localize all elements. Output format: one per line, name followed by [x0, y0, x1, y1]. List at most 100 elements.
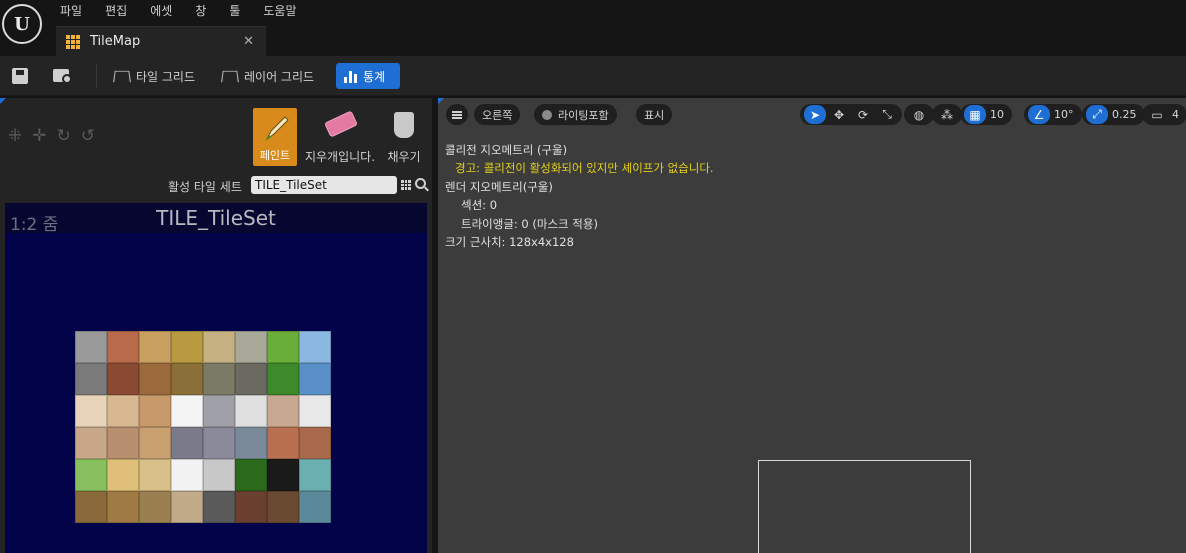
scale-tool-icon[interactable]: ⤡ — [876, 105, 898, 124]
tile-swatch[interactable] — [139, 331, 171, 363]
tile-swatch[interactable] — [299, 331, 331, 363]
tile-swatch[interactable] — [203, 491, 235, 523]
tile-grid-button[interactable]: 타일 그리드 — [106, 63, 203, 89]
menu-help[interactable]: 도움말 — [263, 2, 307, 20]
camera-icon[interactable]: ▭ — [1146, 105, 1168, 124]
show-button[interactable]: 표시 — [636, 104, 673, 125]
tile-swatch[interactable] — [235, 491, 267, 523]
stats-button[interactable]: 통계 — [336, 63, 400, 89]
active-tileset-field[interactable]: TILE_TileSet — [251, 176, 397, 194]
tile-swatch[interactable] — [139, 459, 171, 491]
hamburger-icon — [452, 110, 462, 119]
tile-swatch[interactable] — [235, 395, 267, 427]
layer-grid-button[interactable]: 레이어 그리드 — [214, 63, 322, 89]
tile-swatch[interactable] — [107, 491, 139, 523]
tile-swatch[interactable] — [107, 427, 139, 459]
angle-snap-icon[interactable]: ∠ — [1028, 105, 1050, 124]
tile-swatch[interactable] — [203, 363, 235, 395]
tileset-panel: ⁜ ✛ ↻ ↺ 페인트 지우개입니다. 채우기 활성 타일 세트 TILE_Ti… — [0, 98, 432, 553]
fill-tool-button[interactable]: 채우기 — [382, 108, 426, 166]
lighting-label: 라이팅포함 — [558, 108, 609, 122]
tile-swatch[interactable] — [203, 395, 235, 427]
browse-grid-icon[interactable] — [401, 180, 411, 190]
tile-swatch[interactable] — [171, 395, 203, 427]
tile-swatch[interactable] — [75, 427, 107, 459]
camera-speed-group: ▭ 4 — [1142, 104, 1186, 125]
tile-swatch[interactable] — [171, 459, 203, 491]
tile-swatch[interactable] — [203, 427, 235, 459]
tileset-viewport[interactable]: 1:2 줌 TILE_TileSet — [5, 203, 427, 553]
lighting-button[interactable]: 라이팅포함 — [534, 104, 617, 125]
tile-swatch[interactable] — [299, 363, 331, 395]
tile-swatch[interactable] — [107, 459, 139, 491]
perspective-button[interactable]: 오른쪽 — [474, 104, 521, 125]
tile-swatch[interactable] — [171, 363, 203, 395]
tile-swatch[interactable] — [171, 491, 203, 523]
tile-swatch[interactable] — [171, 427, 203, 459]
tile-swatch[interactable] — [299, 395, 331, 427]
tile-swatch[interactable] — [299, 491, 331, 523]
rotation-snap-value[interactable]: 10° — [1052, 108, 1078, 121]
eraser-tool-button[interactable]: 지우개입니다. — [302, 108, 378, 166]
tile-swatch[interactable] — [107, 363, 139, 395]
close-icon[interactable]: ✕ — [243, 34, 254, 49]
viewport-menu-button[interactable] — [446, 104, 468, 125]
tile-swatch[interactable] — [171, 331, 203, 363]
tile-swatch[interactable] — [299, 427, 331, 459]
paint-tool-button[interactable]: 페인트 — [253, 108, 297, 166]
tab-tilemap[interactable]: TileMap ✕ — [56, 26, 266, 56]
unreal-logo-icon[interactable]: U — [2, 4, 42, 44]
browse-asset-icon[interactable] — [52, 66, 74, 86]
tileset-image[interactable] — [75, 331, 331, 523]
tile-swatch[interactable] — [75, 395, 107, 427]
tilemap-asset-icon — [66, 34, 80, 49]
rotate-tool-icon[interactable]: ⟳ — [852, 105, 874, 124]
transform-icons: ⁜ ✛ ↻ ↺ — [8, 126, 95, 146]
tile-swatch[interactable] — [267, 491, 299, 523]
stats-overlay: 콜리전 지오메트리 (구울) 경고: 콜리전이 활성화되어 있지만 셰이프가 없… — [445, 141, 714, 251]
tile-swatch[interactable] — [267, 331, 299, 363]
collision-geometry-heading: 콜리전 지오메트리 (구울) — [445, 143, 568, 157]
scale-snap-icon[interactable]: ⤢ — [1086, 105, 1108, 124]
tile-swatch[interactable] — [107, 395, 139, 427]
camera-speed-value[interactable]: 4 — [1170, 108, 1183, 121]
tile-swatch[interactable] — [299, 459, 331, 491]
panel-corner-marker — [0, 98, 6, 104]
tile-swatch[interactable] — [107, 331, 139, 363]
menu-edit[interactable]: 편집 — [105, 2, 138, 20]
tile-swatch[interactable] — [139, 363, 171, 395]
tile-swatch[interactable] — [139, 427, 171, 459]
move-tool-icon[interactable]: ✥ — [828, 105, 850, 124]
grid-snap-group: ▦ 10 — [960, 104, 1012, 125]
tile-swatch[interactable] — [75, 363, 107, 395]
tile-swatch[interactable] — [267, 459, 299, 491]
grid-snap-value[interactable]: 10 — [988, 108, 1008, 121]
tile-swatch[interactable] — [235, 427, 267, 459]
surface-snap-icon[interactable]: ⁂ — [936, 105, 958, 124]
select-cursor-icon[interactable]: ➤ — [804, 105, 826, 124]
search-icon[interactable] — [415, 178, 426, 189]
tile-swatch[interactable] — [139, 491, 171, 523]
menu-asset[interactable]: 에셋 — [150, 2, 183, 20]
map-viewport[interactable]: 오른쪽 라이팅포함 표시 ➤ ✥ ⟳ ⤡ ◍ ⁂ ▦ 10 ∠ 10° ⤢ 0.… — [438, 98, 1186, 553]
tile-swatch[interactable] — [235, 363, 267, 395]
save-icon[interactable] — [10, 66, 32, 86]
tile-swatch[interactable] — [203, 331, 235, 363]
tile-swatch[interactable] — [75, 491, 107, 523]
menu-tools[interactable]: 툴 — [229, 2, 251, 20]
title-bar: U 파일 편집 에셋 창 툴 도움말 TileMap ✕ — [0, 0, 1186, 56]
tile-swatch[interactable] — [267, 395, 299, 427]
tile-swatch[interactable] — [139, 395, 171, 427]
tile-swatch[interactable] — [235, 459, 267, 491]
grid-snap-icon[interactable]: ▦ — [964, 105, 986, 124]
menu-window[interactable]: 창 — [195, 2, 217, 20]
tile-swatch[interactable] — [267, 427, 299, 459]
tile-swatch[interactable] — [203, 459, 235, 491]
menu-file[interactable]: 파일 — [60, 2, 93, 20]
scale-snap-value[interactable]: 0.25 — [1110, 108, 1141, 121]
tile-swatch[interactable] — [267, 363, 299, 395]
tile-swatch[interactable] — [235, 331, 267, 363]
tile-swatch[interactable] — [75, 459, 107, 491]
tile-swatch[interactable] — [75, 331, 107, 363]
globe-icon[interactable]: ◍ — [908, 105, 930, 124]
